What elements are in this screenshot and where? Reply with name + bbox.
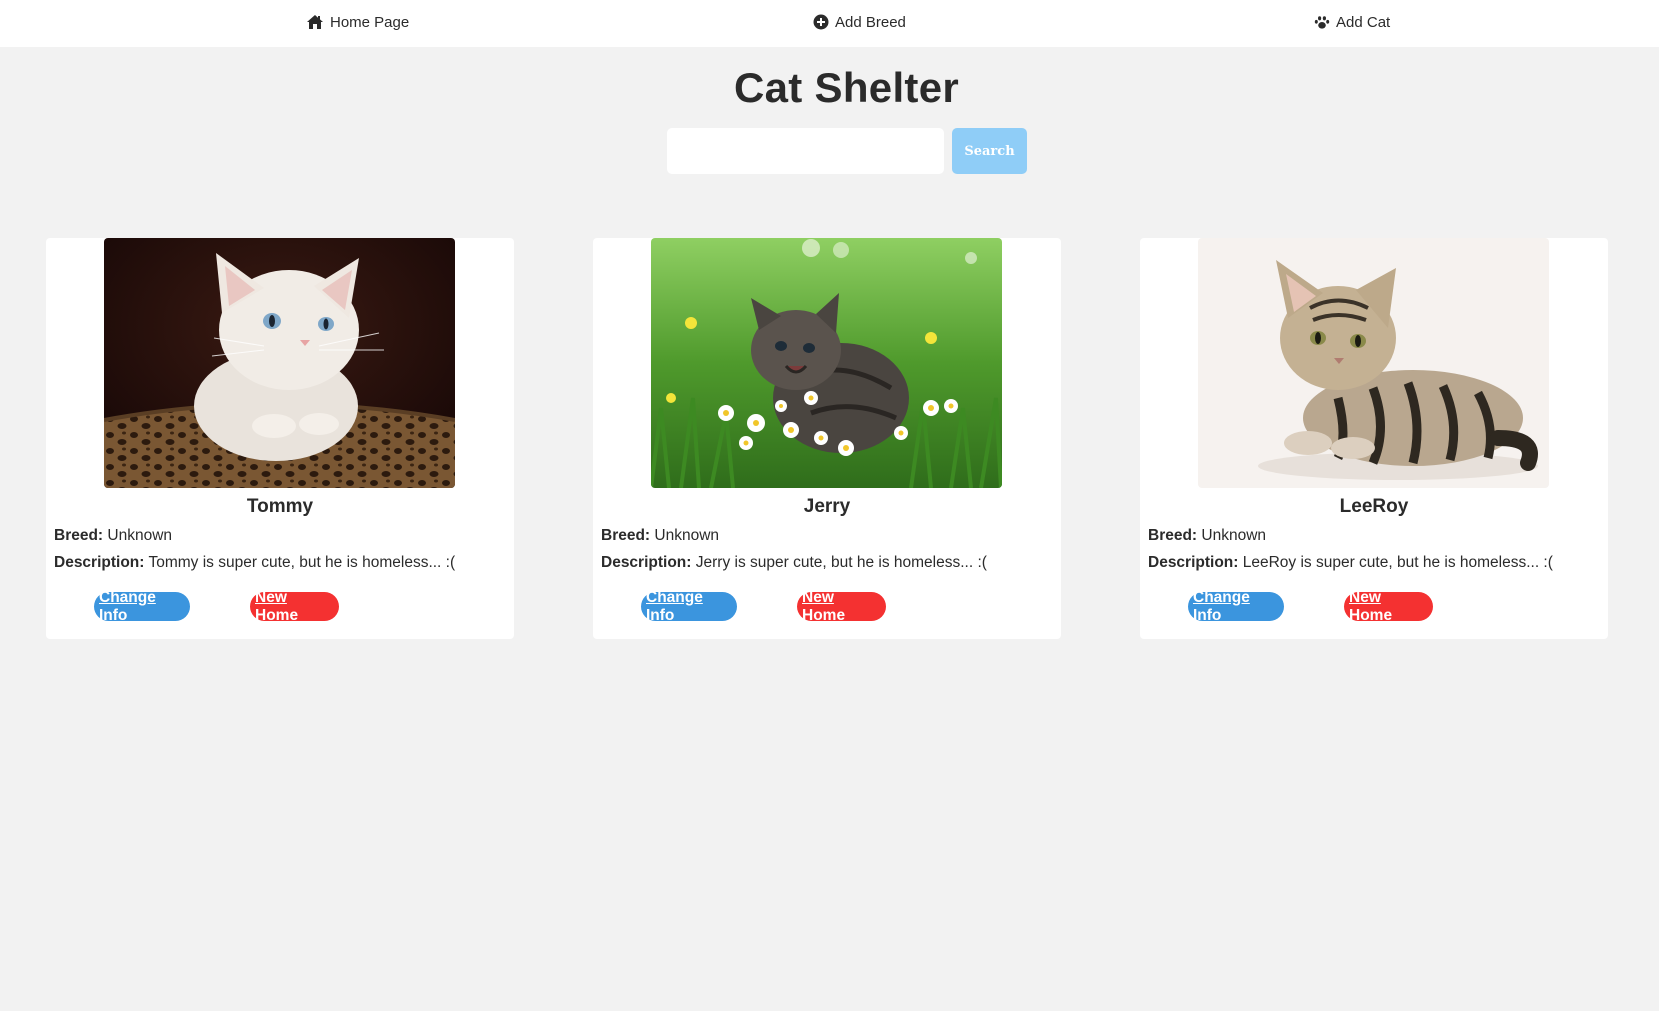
- description-label: Description:: [1148, 554, 1239, 571]
- nav-home-page-label: Home Page: [330, 13, 410, 31]
- plus-circle-icon: [813, 14, 829, 30]
- search-input[interactable]: [667, 128, 944, 174]
- paw-icon: [1314, 14, 1330, 30]
- nav-home-page[interactable]: Home Page: [306, 0, 409, 44]
- description-label: Description:: [54, 554, 145, 571]
- new-home-button[interactable]: New Home: [250, 589, 339, 624]
- breed-label: Breed:: [601, 527, 651, 544]
- change-info-button[interactable]: Change Info: [94, 589, 190, 624]
- breed-label: Breed:: [54, 527, 104, 544]
- change-info-button[interactable]: Change Info: [641, 589, 737, 624]
- cat-breed: Breed: Unknown: [54, 527, 172, 545]
- breed-value: Unknown: [654, 527, 720, 544]
- cat-name: Tommy: [246, 496, 314, 517]
- description-label: Description:: [601, 554, 692, 571]
- nav-add-cat-label: Add Cat: [1336, 13, 1391, 31]
- nav-add-breed[interactable]: Add Breed: [813, 0, 906, 44]
- cat-description: Description: Jerry is super cute, but he…: [601, 554, 987, 572]
- cat-breed: Breed: Unknown: [601, 527, 719, 545]
- description-value: Tommy is super cute, but he is homeless.…: [148, 554, 456, 571]
- cat-breed: Breed: Unknown: [1148, 527, 1266, 545]
- nav-add-breed-label: Add Breed: [835, 13, 906, 31]
- nav-add-cat[interactable]: Add Cat: [1314, 0, 1390, 44]
- new-home-button[interactable]: New Home: [1344, 589, 1433, 624]
- cat-card: Jerry Breed: Unknown Description: Jerry …: [593, 238, 1061, 639]
- cat-name: LeeRoy: [1339, 496, 1409, 517]
- cat-photo: [1198, 238, 1549, 488]
- cat-description: Description: Tommy is super cute, but he…: [54, 554, 455, 572]
- breed-value: Unknown: [1201, 527, 1267, 544]
- change-info-button[interactable]: Change Info: [1188, 589, 1284, 624]
- search-button[interactable]: Search: [952, 128, 1027, 174]
- home-icon: [306, 14, 324, 30]
- cat-photo: [651, 238, 1002, 488]
- cat-card: Tommy Breed: Unknown Description: Tommy …: [46, 238, 514, 639]
- cat-description: Description: LeeRoy is super cute, but h…: [1148, 554, 1553, 572]
- cat-name: Jerry: [803, 496, 851, 517]
- cat-card: LeeRoy Breed: Unknown Description: LeeRo…: [1140, 238, 1608, 639]
- page-title: Cat Shelter: [733, 64, 960, 111]
- description-value: Jerry is super cute, but he is homeless.…: [695, 554, 987, 571]
- new-home-button[interactable]: New Home: [797, 589, 886, 624]
- cat-photo: [104, 238, 455, 488]
- breed-label: Breed:: [1148, 527, 1198, 544]
- description-value: LeeRoy is super cute, but he is homeless…: [1242, 554, 1553, 571]
- breed-value: Unknown: [107, 527, 173, 544]
- top-navigation: Home Page Add Breed Add Cat: [0, 0, 1659, 47]
